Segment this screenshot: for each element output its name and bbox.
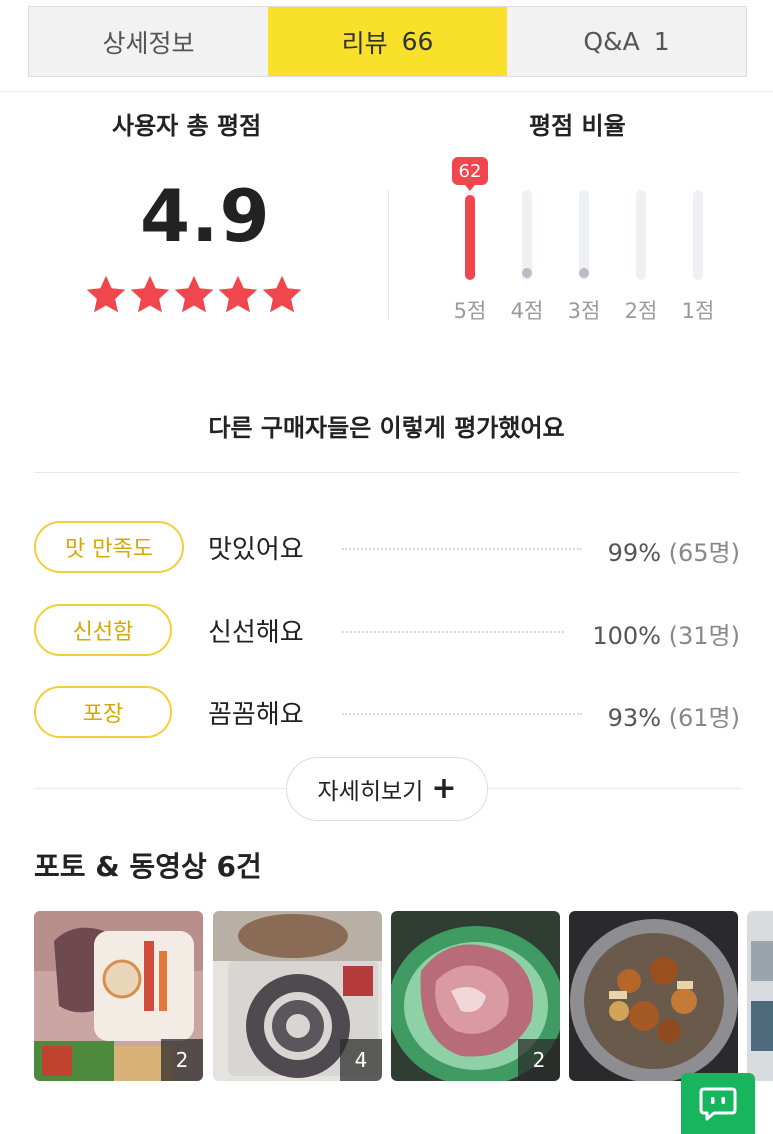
dotted-leader (342, 548, 582, 550)
people-count: (31명) (668, 622, 740, 650)
tab-bar: 상세정보 리뷰 66 Q&A 1 (28, 6, 747, 77)
photo-count-badge: 2 (518, 1039, 560, 1081)
evaluation-percent: 99% (65명) (608, 533, 740, 568)
dotted-leader (342, 713, 582, 715)
people-count: (61명) (668, 704, 740, 732)
evaluation-answer: 맛있어요 (208, 535, 304, 565)
star-icon (86, 275, 126, 313)
tab-reviews-label: 리뷰 (341, 28, 388, 58)
bar-dot (522, 268, 532, 278)
evaluation-row-packaging: 포장 꼼꼼해요 93% (61명) (34, 686, 740, 738)
chat-button[interactable] (681, 1073, 755, 1134)
review-photo-partial[interactable] (747, 911, 773, 1081)
evaluation-category-pill: 포장 (34, 686, 172, 738)
bar-dot (579, 268, 589, 278)
plus-icon: + (431, 771, 457, 806)
star-icon (218, 275, 258, 313)
review-photo-cooked-dish[interactable] (569, 911, 738, 1081)
star-icon (130, 275, 170, 313)
dotted-leader (342, 631, 564, 633)
total-rating-title: 사용자 총 평점 (112, 112, 262, 140)
divider (34, 472, 740, 473)
rating-ratio-title: 평점 비율 (529, 112, 626, 140)
tab-details[interactable]: 상세정보 (29, 7, 268, 76)
bar-count-badge: 62 (452, 157, 488, 191)
bar-label: 2점 (624, 299, 658, 323)
bar-track (579, 190, 589, 280)
photo-section-title: 포토 & 동영상 6건 (34, 850, 262, 883)
evaluation-category-pill: 신선함 (34, 604, 172, 656)
divider (34, 788, 286, 789)
star-icon (174, 275, 214, 313)
star-icon (262, 275, 302, 313)
people-count: (65명) (668, 539, 740, 567)
review-photo-packaged-meat[interactable]: 2 (34, 911, 203, 1081)
bar-label: 5점 (453, 299, 487, 323)
photo-count-badge: 2 (161, 1039, 203, 1081)
photo-count-badge: 4 (340, 1039, 382, 1081)
review-photo-raw-meat[interactable]: 2 (391, 911, 560, 1081)
rating-score: 4.9 (140, 174, 271, 258)
bar-label: 1점 (681, 299, 715, 323)
evaluation-row-taste: 맛 만족도 맛있어요 99% (65명) (34, 521, 740, 573)
evaluation-percent: 100% (31명) (592, 616, 740, 651)
chat-icon (699, 1087, 737, 1120)
divider (0, 91, 773, 92)
bar-fill (465, 195, 475, 280)
rating-stars (84, 273, 304, 317)
see-more-button[interactable]: 자세히보기 + (286, 757, 488, 821)
bar-track (522, 190, 532, 280)
review-photo-sausage[interactable]: 4 (213, 911, 382, 1081)
others-evaluation-title: 다른 구매자들은 이렇게 평가했어요 (208, 414, 565, 442)
bar-label: 4점 (510, 299, 544, 323)
tab-reviews-count: 66 (401, 27, 434, 56)
divider (488, 788, 740, 789)
evaluation-answer: 꼼꼼해요 (208, 700, 304, 730)
evaluation-percent: 93% (61명) (608, 698, 740, 733)
evaluation-answer: 신선해요 (208, 618, 304, 648)
divider (388, 190, 389, 320)
tab-qna-count: 1 (653, 27, 670, 56)
bar-label: 3점 (567, 299, 601, 323)
bar-track (636, 190, 646, 280)
percent-value: 99% (607, 539, 661, 567)
percent-value: 100% (592, 622, 661, 650)
evaluation-category-pill: 맛 만족도 (34, 521, 184, 573)
tab-qna[interactable]: Q&A 1 (507, 7, 746, 76)
evaluation-row-freshness: 신선함 신선해요 100% (31명) (34, 604, 740, 656)
bar-track (693, 190, 703, 280)
tab-reviews[interactable]: 리뷰 66 (268, 7, 507, 76)
see-more-label: 자세히보기 (317, 779, 424, 805)
tab-qna-label: Q&A (583, 27, 640, 56)
tab-details-label: 상세정보 (102, 28, 195, 58)
percent-value: 93% (607, 704, 661, 732)
